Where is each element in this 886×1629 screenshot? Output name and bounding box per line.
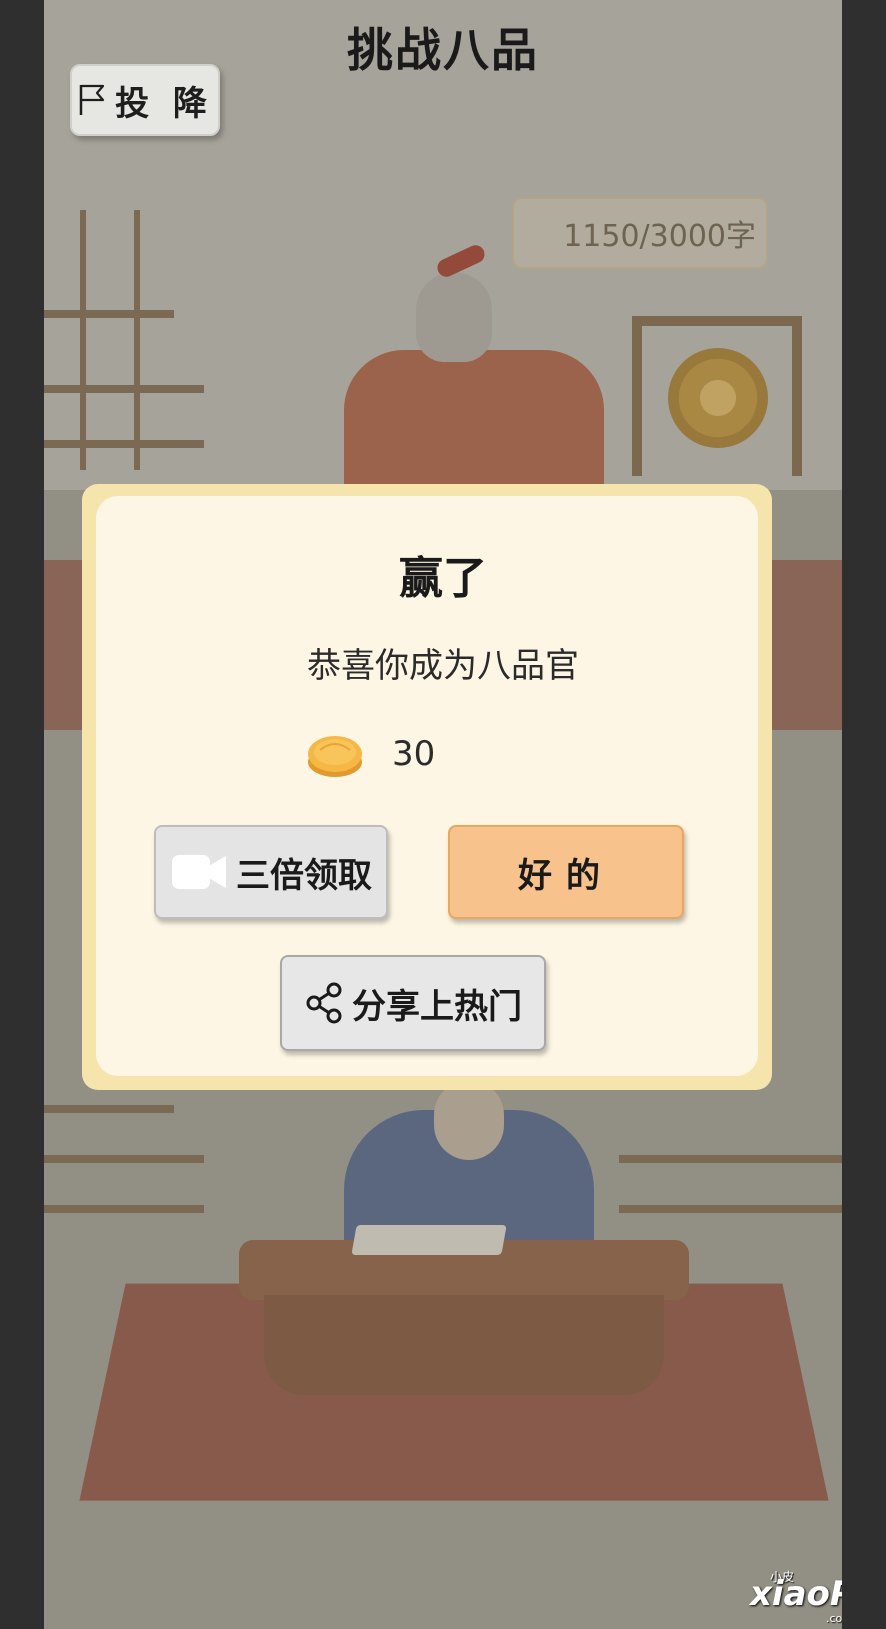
share-icon xyxy=(306,982,342,1024)
triple-claim-label: 三倍领取 xyxy=(236,855,372,896)
video-camera-icon xyxy=(172,855,226,889)
ok-label: 好的 xyxy=(518,855,614,896)
word-count-badge: 1150/3000字 xyxy=(512,197,768,269)
word-count-text: 1150/3000字 xyxy=(563,219,756,254)
share-label: 分享上热门 xyxy=(352,986,522,1027)
flag-icon xyxy=(79,84,105,115)
coin-icon xyxy=(308,736,362,777)
dialog-message: 恭喜你成为八品官 xyxy=(307,646,579,686)
surrender-label: 投 降 xyxy=(115,83,213,124)
share-button[interactable]: 分享上热门 xyxy=(280,955,546,1051)
surrender-button[interactable]: 投 降 xyxy=(70,64,220,136)
watermark-logo: xiaoPi xyxy=(750,1574,842,1614)
game-screen: 挑战八品 投 降 1150/3000字 赢了 恭喜你成为八品官 30 三倍领取 … xyxy=(44,0,842,1629)
reward-amount: 30 xyxy=(392,734,436,774)
watermark-domain: .com xyxy=(826,1612,842,1625)
ok-button[interactable]: 好的 xyxy=(448,825,684,919)
dialog-title: 赢了 xyxy=(399,553,487,604)
triple-claim-button[interactable]: 三倍领取 xyxy=(154,825,388,919)
